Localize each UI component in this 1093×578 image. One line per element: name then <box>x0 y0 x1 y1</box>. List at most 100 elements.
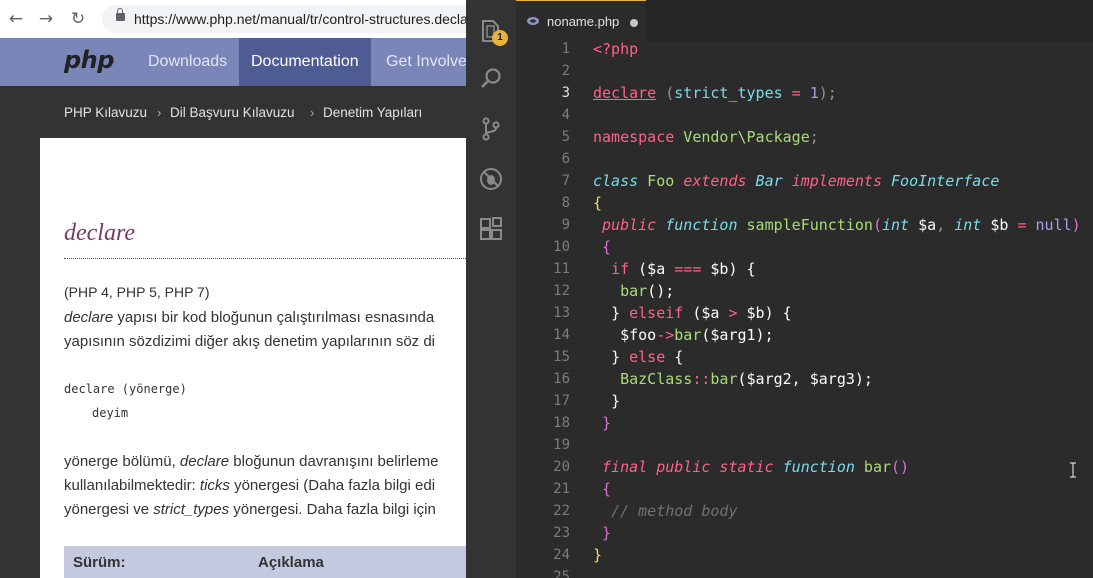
type: int <box>954 216 982 234</box>
punctuation: ); <box>818 84 837 102</box>
class-name: BazClass <box>620 370 693 388</box>
code-line-22: // method body <box>593 500 738 522</box>
paren: ( <box>872 216 882 234</box>
text: bloğunun davranışını belirleme <box>229 453 439 470</box>
breadcrumb-item[interactable]: Dil Başvuru Kılavuzu <box>170 105 295 120</box>
line-number: 12 <box>553 283 570 299</box>
php-logo[interactable]: php <box>64 46 114 74</box>
operator: :: <box>692 370 711 388</box>
code-line-21: { <box>593 478 611 500</box>
code-line-24: } <box>593 544 602 566</box>
manual-content: declare (PHP 4, PHP 5, PHP 7) declare ya… <box>40 138 470 578</box>
keyword: if <box>611 260 630 278</box>
code-area[interactable]: 1 2 3 4 5 6 7 8 9 10 11 12 13 14 15 16 17 18 19 20 21 22 23 24 2… <box>516 38 1093 578</box>
brace: } <box>602 524 612 542</box>
code-line-11: if ($a === $b) { <box>593 258 756 280</box>
method-call: bar <box>710 370 738 388</box>
php-file-icon <box>527 17 539 25</box>
line-number: 6 <box>561 151 570 167</box>
punctuation: ( <box>656 84 675 102</box>
comment: // method body <box>611 502 738 520</box>
line-number: 3 <box>561 85 570 101</box>
nav-get-involved[interactable]: Get Involved <box>386 38 470 86</box>
class-name: Foo <box>638 172 684 190</box>
em-declare: declare <box>64 309 114 326</box>
code-line-10: { <box>593 236 611 258</box>
breadcrumb-item[interactable]: Denetim Yapıları <box>323 105 422 120</box>
brace: } <box>593 546 603 564</box>
line-number: 2 <box>561 63 570 79</box>
code-editor-window: 1 noname.php 1 2 3 4 5 6 7 8 9 10 11 12 … <box>466 0 1093 578</box>
text: yönerge bölümü, <box>64 453 180 470</box>
breadcrumb: PHP Kılavuzu › Dil Başvuru Kılavuzu › De… <box>0 86 470 138</box>
operator: > <box>728 304 738 322</box>
line-number: 4 <box>561 107 570 123</box>
code-line-17: } <box>593 390 620 412</box>
column-header-description: Açıklama <box>258 554 324 571</box>
text: yönergesi. Daha fazla bilgi için <box>229 501 436 518</box>
line-number: 18 <box>553 415 570 431</box>
operator: = <box>782 84 810 102</box>
text: yönergesi (Daha fazla bilgi edi <box>229 477 436 494</box>
keyword: public <box>647 458 711 476</box>
unsaved-dot-icon[interactable] <box>630 19 638 27</box>
browser-toolbar: ← → ↻ https://www.php.net/manual/tr/cont… <box>0 0 470 39</box>
text: kullanılabilmektedir: <box>64 477 200 494</box>
breadcrumb-chevron-icon: › <box>310 105 315 120</box>
address-bar[interactable]: https://www.php.net/manual/tr/control-st… <box>102 5 470 33</box>
syntax-line: deyim <box>92 406 129 420</box>
line-number: 20 <box>553 459 570 475</box>
line-number: 7 <box>561 173 570 189</box>
forward-arrow-icon[interactable]: → <box>34 7 58 31</box>
brace: } <box>611 392 621 410</box>
paragraph-line: yönergesi ve strict_types yönergesi. Dah… <box>64 498 436 522</box>
punctuation: (); <box>647 282 675 300</box>
expression: $b) { <box>737 304 792 322</box>
operator: -> <box>656 326 675 344</box>
debug-icon[interactable] <box>478 166 504 192</box>
paragraph-line: declare yapısı bir kod bloğunun çalıştır… <box>64 306 434 330</box>
tab-noname-php[interactable]: noname.php <box>516 0 646 42</box>
keyword: class <box>593 172 639 190</box>
code-line-9: public function sampleFunction(int $a, i… <box>593 214 1081 236</box>
variable: $b <box>981 216 1009 234</box>
code-line-12: bar(); <box>593 280 674 302</box>
code-content[interactable]: <?php declare (strict_types = 1); namesp… <box>593 38 1093 578</box>
breadcrumb-item[interactable]: PHP Kılavuzu <box>64 105 147 120</box>
expression: ($a <box>683 304 729 322</box>
keyword: implements <box>791 172 882 190</box>
nav-downloads[interactable]: Downloads <box>148 38 227 86</box>
brace: } <box>611 304 630 322</box>
code-line-7: class Foo extends Bar implements FooInte… <box>593 170 999 192</box>
activity-bar: 1 <box>466 0 516 578</box>
code-line-8: { <box>593 192 602 214</box>
line-number: 1 <box>561 41 570 57</box>
line-number-gutter: 1 2 3 4 5 6 7 8 9 10 11 12 13 14 15 16 17 18 19 20 21 22 23 24 2… <box>516 38 580 578</box>
em-ticks: ticks <box>199 477 230 494</box>
code-line-5: namespace Vendor\Package; <box>593 126 819 148</box>
changelog-table-header: Sürüm: Açıklama <box>64 546 470 578</box>
punctuation: , <box>936 216 955 234</box>
function-name: sampleFunction <box>737 216 873 234</box>
expression: ($a <box>629 260 675 278</box>
source-control-icon[interactable] <box>478 116 504 142</box>
line-number: 22 <box>553 503 570 519</box>
keyword: extends <box>683 172 747 190</box>
paren: ) <box>1071 216 1081 234</box>
reload-icon[interactable]: ↻ <box>66 7 90 31</box>
title-divider <box>64 258 470 259</box>
interface-name: FooInterface <box>882 172 1000 190</box>
back-arrow-icon[interactable]: ← <box>4 7 28 31</box>
code-line-18: } <box>593 412 611 434</box>
paren: () <box>891 458 910 476</box>
line-number: 10 <box>553 239 570 255</box>
line-number: 14 <box>553 327 570 343</box>
expression: $b) { <box>701 260 756 278</box>
em-declare: declare <box>179 453 230 470</box>
search-icon[interactable] <box>478 66 504 92</box>
extensions-icon[interactable] <box>478 216 504 242</box>
nav-documentation[interactable]: Documentation <box>239 38 371 86</box>
brace: { <box>602 238 612 256</box>
method-call: bar <box>674 326 702 344</box>
keyword: function <box>773 458 855 476</box>
